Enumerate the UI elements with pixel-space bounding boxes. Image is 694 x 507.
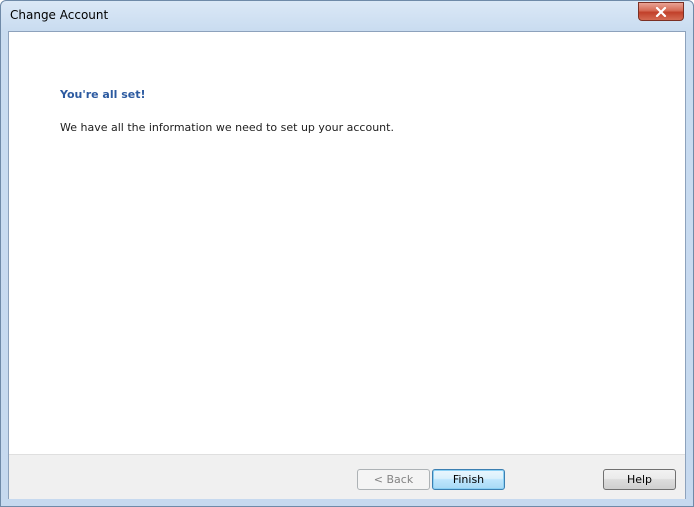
help-button[interactable]: Help bbox=[603, 469, 676, 490]
finish-button[interactable]: Finish bbox=[432, 469, 505, 490]
close-button[interactable] bbox=[638, 2, 684, 21]
button-bar: < Back Finish Help bbox=[9, 454, 685, 499]
finish-button-label: Finish bbox=[452, 473, 485, 486]
info-message: We have all the information we need to s… bbox=[60, 121, 394, 134]
help-button-label: Help bbox=[626, 473, 653, 486]
dialog-body: You're all set! We have all the informat… bbox=[8, 31, 686, 499]
title-bar[interactable]: Change Account bbox=[1, 1, 693, 31]
back-button-label: < Back bbox=[373, 473, 414, 486]
page-heading: You're all set! bbox=[60, 88, 146, 101]
window-title: Change Account bbox=[10, 8, 109, 22]
back-button[interactable]: < Back bbox=[357, 469, 430, 490]
content-area: You're all set! We have all the informat… bbox=[9, 32, 685, 454]
close-icon bbox=[655, 6, 667, 17]
change-account-dialog: Change Account You're all set! We have a… bbox=[0, 0, 694, 507]
